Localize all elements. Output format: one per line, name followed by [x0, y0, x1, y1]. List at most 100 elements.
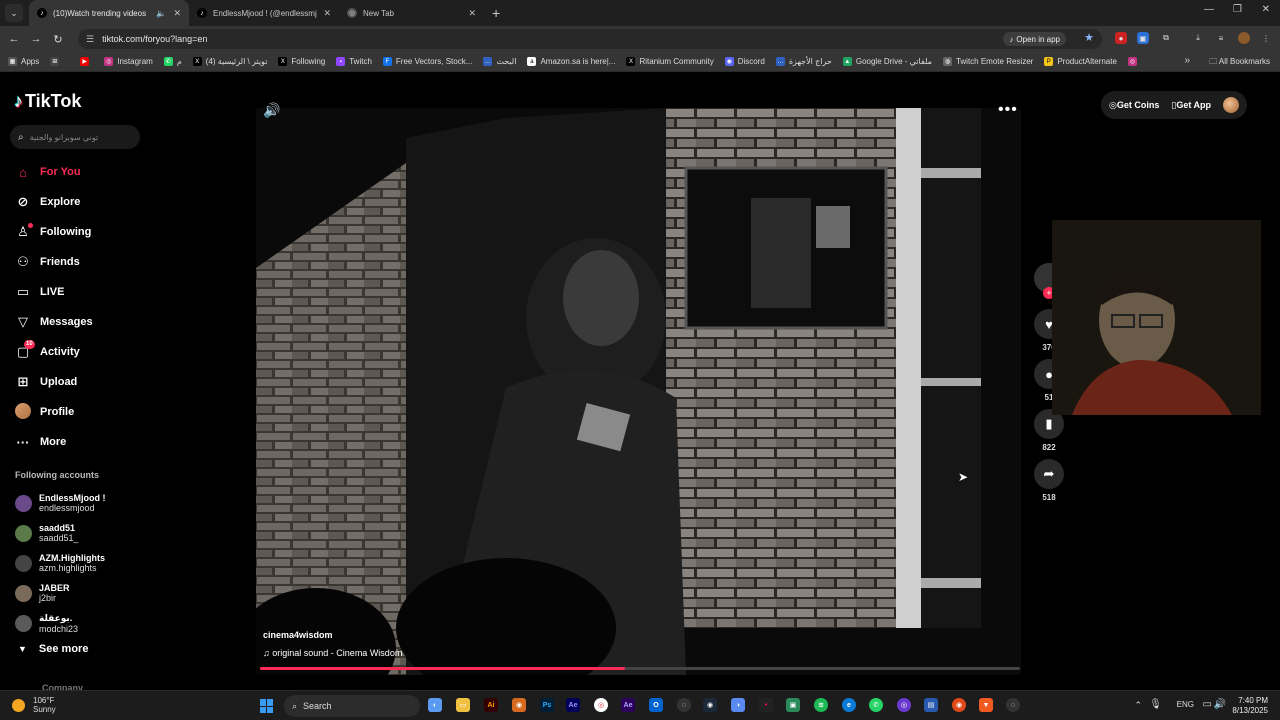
system-clock[interactable]: 7:40 PM 8/13/2025 — [1232, 696, 1268, 716]
tab-tiktok-foryou[interactable]: ♪ (10)Watch trending videos 🔈 ✕ — [29, 0, 189, 26]
sidebar-item-for-you[interactable]: ⌂ For You — [14, 157, 93, 187]
sidebar-item-more[interactable]: ··· More — [14, 427, 93, 457]
chrome-menu-icon[interactable]: ⋮ — [1260, 32, 1272, 44]
file-explorer-icon[interactable]: ▭ — [456, 698, 470, 712]
tray-chevron-icon[interactable]: ⌃ — [1134, 700, 1142, 711]
blender-icon[interactable]: ◉ — [512, 698, 526, 712]
minimize-icon[interactable]: — — [1204, 4, 1214, 15]
tab-search-icon[interactable]: ⌄ — [5, 4, 23, 22]
sidebar-item-following[interactable]: ♙ Following — [14, 217, 93, 247]
profile-avatar-icon[interactable] — [1238, 32, 1250, 44]
more-options-icon[interactable]: ••• — [998, 101, 1018, 119]
bookmark-discord[interactable]: ◉ Discord — [724, 57, 765, 66]
tab-endlessmjood[interactable]: ♪ EndlessMjood ! (@endlessmjood ✕ — [189, 0, 339, 26]
bookmark-google-drive[interactable]: ▲ Google Drive - ملفاتي — [842, 57, 932, 66]
bookmark-freepik[interactable]: F Free Vectors, Stock... — [382, 57, 472, 66]
share-action[interactable]: ➦ 518 — [1034, 459, 1064, 502]
sidebar-item-messages[interactable]: ▽ Messages — [14, 307, 93, 337]
following-account-item[interactable]: EndlessMjood ! endlessmjood — [15, 488, 106, 518]
close-tab-icon[interactable]: ✕ — [468, 8, 476, 19]
bookmark-following[interactable]: X Following — [278, 57, 325, 66]
edge-icon[interactable]: e — [842, 698, 856, 712]
app-7-icon[interactable]: ◌ — [1006, 698, 1020, 712]
bookmark-star-icon[interactable]: ★ — [1084, 31, 1094, 44]
open-in-app-button[interactable]: ♪ Open in app — [1003, 32, 1066, 46]
bookmark-grid[interactable]: ⊞ — [50, 57, 63, 66]
site-info-icon[interactable]: ☰ — [86, 34, 94, 45]
tab-new-tab[interactable]: ◎ New Tab ✕ — [339, 0, 484, 26]
photoshop-icon[interactable]: Ps — [540, 698, 554, 712]
app-2-icon[interactable]: • — [759, 698, 773, 712]
speaker-icon[interactable]: 🔈 — [156, 9, 166, 18]
bookmarks-overflow-icon[interactable]: » — [1184, 55, 1190, 66]
weather-widget[interactable]: 106°F Sunny — [12, 696, 56, 714]
whatsapp-icon[interactable]: ✆ — [869, 698, 883, 712]
app-5-icon[interactable]: ▤ — [924, 698, 938, 712]
following-account-item[interactable]: AZM.Highlights azm.highlights — [15, 548, 106, 578]
network-icon[interactable]: ▭ — [1203, 699, 1212, 710]
copilot-icon[interactable]: ◐ — [428, 698, 442, 712]
close-window-icon[interactable]: ✕ — [1262, 4, 1270, 15]
sidebar-item-upload[interactable]: ⊞ Upload — [14, 367, 93, 397]
close-tab-icon[interactable]: ✕ — [323, 8, 331, 19]
back-icon[interactable]: ← — [3, 33, 25, 45]
url-omnibox[interactable]: ☰ tiktok.com/foryou?lang=en ♪ Open in app… — [78, 29, 1102, 49]
video-author[interactable]: cinema4wisdom — [263, 630, 333, 640]
bookmark-twitter-home[interactable]: X تويتر \ الرئيسية (4) — [192, 57, 267, 66]
sidebar-item-explore[interactable]: ⊘ Explore — [14, 187, 93, 217]
bookmark-youtube[interactable]: ▶ — [80, 57, 93, 66]
volume-icon[interactable]: 🔊 — [263, 102, 280, 119]
save-action[interactable]: ▮ 822 — [1034, 409, 1064, 452]
outlook-icon[interactable]: O — [649, 698, 663, 712]
speaker-icon[interactable]: 🔊 — [1214, 699, 1226, 710]
sidebar-item-friends[interactable]: ⚇ Friends — [14, 247, 93, 277]
extensions-puzzle-icon[interactable]: ⧉ — [1160, 32, 1172, 44]
start-button[interactable] — [260, 699, 274, 713]
get-coins-button[interactable]: ◎ Get Coins — [1109, 100, 1159, 111]
see-more-button[interactable]: ▼ See more — [18, 643, 88, 655]
sidebar-item-profile[interactable]: Profile — [14, 397, 93, 427]
bookmark-haraj[interactable]: … حراج الأجهزة — [775, 57, 832, 66]
steam-icon[interactable]: ◉ — [703, 698, 717, 712]
video-sound[interactable]: ♫ original sound - Cinema Wisdom — [263, 648, 402, 658]
new-tab-plus-icon[interactable]: + — [492, 5, 500, 21]
get-app-button[interactable]: ▯ Get App — [1171, 100, 1211, 111]
bookmark-apps[interactable]: ▦ Apps — [8, 57, 39, 66]
language-indicator[interactable]: ENG — [1177, 700, 1194, 709]
premiere-icon[interactable]: Ae — [621, 698, 635, 712]
bookmark-instagram-2[interactable]: ◎ — [1127, 57, 1141, 66]
bookmark-ritanium[interactable]: X Ritanium Community — [626, 57, 714, 66]
close-tab-icon[interactable]: ✕ — [173, 8, 181, 19]
bookmark-instagram[interactable]: ◎ Instagram — [104, 57, 153, 66]
app-6-icon[interactable]: ◉ — [952, 698, 966, 712]
tiktok-logo[interactable]: ♪ TikTok — [14, 91, 81, 112]
bookmark-whatsapp[interactable]: ✆ م — [163, 57, 182, 66]
spotify-icon[interactable]: ≋ — [814, 698, 828, 712]
microphone-icon[interactable]: 🎙 — [1149, 699, 1162, 710]
after-effects-icon[interactable]: Ae — [566, 698, 580, 712]
copilot-2-icon[interactable]: ◑ — [731, 698, 745, 712]
bookmark-twitch-emote[interactable]: ◍ Twitch Emote Resizer — [942, 57, 1033, 66]
download-icon[interactable]: ⤓ — [1192, 32, 1204, 44]
bookmark-twitch[interactable]: ▪ Twitch — [336, 57, 372, 66]
bookmark-productalternate[interactable]: P ProductAlternate — [1044, 57, 1117, 66]
following-account-item[interactable]: JABER j2bir — [15, 578, 106, 608]
maximize-icon[interactable]: ❐ — [1233, 4, 1242, 15]
following-account-item[interactable]: بوعقلة. modchi23 — [15, 608, 106, 638]
video-progress-bar[interactable] — [260, 667, 1020, 670]
share-icon[interactable]: ➦ — [1034, 459, 1064, 489]
brave-icon[interactable]: ▼ — [979, 698, 993, 712]
user-avatar[interactable] — [1223, 97, 1239, 113]
all-bookmarks-button[interactable]: 🗀 All Bookmarks — [1209, 56, 1270, 70]
bookmark-search[interactable]: … البحث — [483, 57, 516, 66]
following-account-item[interactable]: saadd51 saadd51_ — [15, 518, 106, 548]
app-4-icon[interactable]: ◎ — [897, 698, 911, 712]
extension-red-icon[interactable]: ● — [1115, 32, 1127, 44]
app-3-icon[interactable]: ▣ — [786, 698, 800, 712]
bookmark-amazon[interactable]: a Amazon.sa is here|... — [527, 57, 615, 66]
illustrator-icon[interactable]: Ai — [484, 698, 498, 712]
chrome-icon[interactable]: ◎ — [594, 698, 608, 712]
extension-blue-icon[interactable]: ▣ — [1137, 32, 1149, 44]
sidebar-item-activity[interactable]: ▢ 10 Activity — [14, 337, 93, 367]
video-player[interactable] — [256, 108, 1021, 675]
